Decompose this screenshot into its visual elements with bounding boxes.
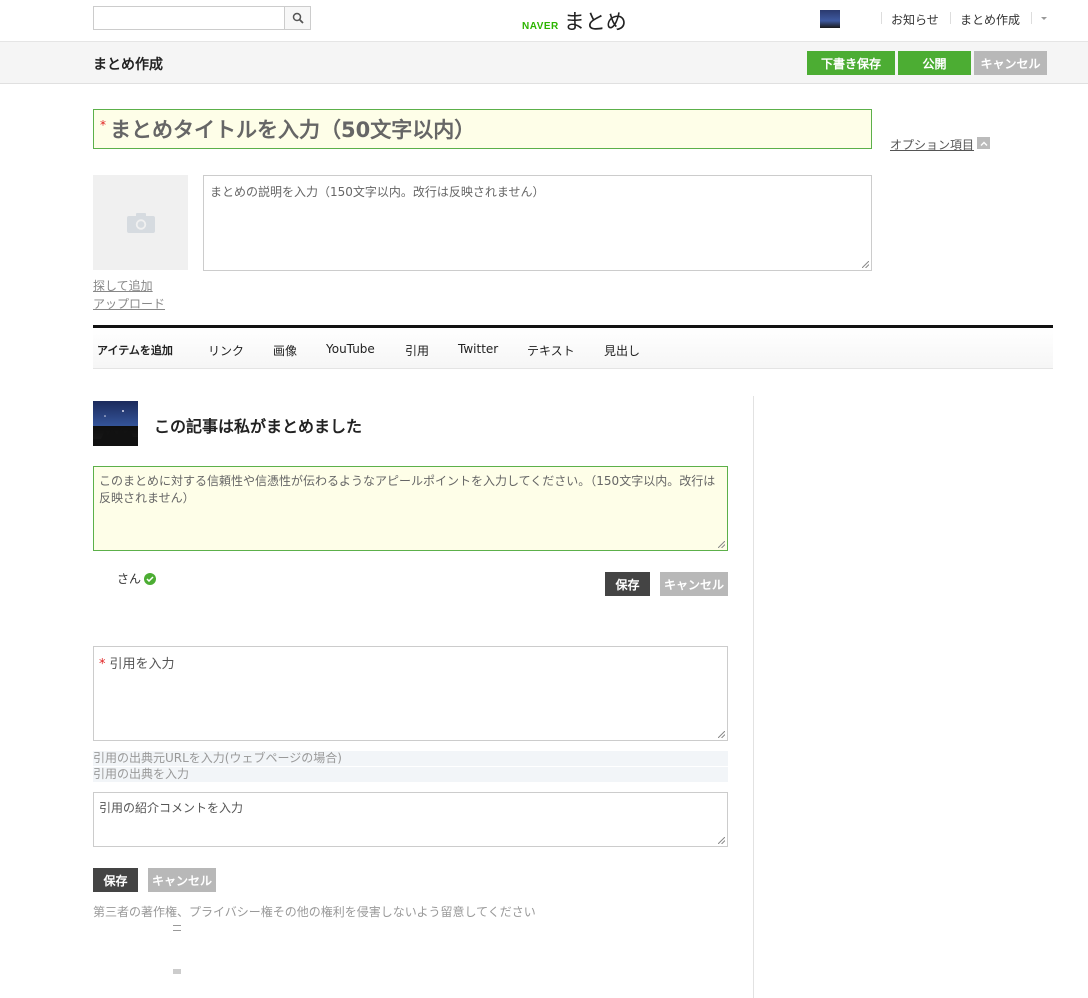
copyright-notice: 第三者の著作権、プライバシー権その他の権利を侵害しないよう留意してください xyxy=(93,905,536,919)
save-draft-button[interactable]: 下書き保存 xyxy=(807,51,895,75)
curator-name-redacted xyxy=(93,572,117,585)
search-input[interactable] xyxy=(94,7,286,29)
title-input[interactable]: * まとめタイトルを入力（50文字以内） xyxy=(93,109,872,149)
user-avatar[interactable] xyxy=(820,10,840,28)
page-title: まとめ作成 xyxy=(93,57,163,73)
quote-comment-input[interactable]: 引用の紹介コメントを入力 xyxy=(93,792,728,847)
chevron-down-icon[interactable] xyxy=(1041,17,1047,20)
quote-placeholder: 引用を入力 xyxy=(109,657,175,672)
option-items-link[interactable]: オプション項目 xyxy=(890,136,974,153)
logo-service: まとめ xyxy=(563,10,627,34)
cancel-button[interactable]: キャンセル xyxy=(974,51,1047,75)
resize-handle-icon[interactable] xyxy=(718,541,725,548)
description-placeholder: まとめの説明を入力（150文字以内。改行は反映されません） xyxy=(210,185,545,199)
faint-mark xyxy=(173,969,181,974)
tab-quote[interactable]: 引用 xyxy=(405,342,429,359)
header-divider xyxy=(950,12,951,24)
search-icon xyxy=(292,12,304,24)
camera-icon xyxy=(126,212,155,233)
search-add-link[interactable]: 探して追加 xyxy=(93,277,153,294)
description-input[interactable]: まとめの説明を入力（150文字以内。改行は反映されません） xyxy=(203,175,872,271)
tab-text[interactable]: テキスト xyxy=(527,342,575,359)
appeal-input[interactable]: このまとめに対する信頼性や信憑性が伝わるようなアピールポイントを入力してください… xyxy=(93,466,728,551)
quote-save-button[interactable]: 保存 xyxy=(93,868,138,892)
quote-source-input[interactable]: 引用の出典を入力 xyxy=(93,767,728,782)
site-logo[interactable]: NAVER まとめ xyxy=(522,6,627,34)
resize-handle-icon[interactable] xyxy=(718,731,725,738)
quote-comment-placeholder: 引用の紹介コメントを入力 xyxy=(99,801,244,815)
curator-name-suffix: さん xyxy=(117,572,142,586)
curator-name: さん xyxy=(93,570,157,587)
tab-image[interactable]: 画像 xyxy=(273,342,297,359)
notifications-link[interactable]: お知らせ xyxy=(891,11,939,28)
publish-button[interactable]: 公開 xyxy=(898,51,971,75)
tab-heading[interactable]: 見出し xyxy=(604,342,640,359)
required-mark: * xyxy=(99,657,106,672)
curator-heading: この記事は私がまとめました xyxy=(154,417,363,436)
required-mark: * xyxy=(100,118,106,132)
thumbnail-placeholder[interactable] xyxy=(93,175,188,270)
create-matome-link[interactable]: まとめ作成 xyxy=(960,11,1020,28)
curator-cancel-button[interactable]: キャンセル xyxy=(660,572,728,596)
tab-youtube[interactable]: YouTube xyxy=(326,342,375,356)
upload-link[interactable]: アップロード xyxy=(93,295,165,312)
header-divider xyxy=(1031,12,1032,24)
quote-url-input[interactable]: 引用の出典元URLを入力(ウェブページの場合) xyxy=(93,751,728,766)
search-box xyxy=(93,6,311,30)
search-button[interactable] xyxy=(284,7,310,29)
header-divider xyxy=(881,12,882,24)
column-divider xyxy=(753,396,754,998)
verified-check-icon xyxy=(144,572,157,585)
resize-handle-icon[interactable] xyxy=(718,837,725,844)
curator-avatar xyxy=(93,401,138,446)
quote-input[interactable]: * 引用を入力 xyxy=(93,646,728,741)
tab-twitter[interactable]: Twitter xyxy=(458,342,498,356)
faint-mark xyxy=(173,925,181,931)
tab-link[interactable]: リンク xyxy=(208,342,244,359)
curator-save-button[interactable]: 保存 xyxy=(605,572,650,596)
quote-cancel-button[interactable]: キャンセル xyxy=(148,868,216,892)
item-add-label: アイテムを追加 xyxy=(97,344,173,357)
title-placeholder: まとめタイトルを入力（50文字以内） xyxy=(110,118,476,142)
appeal-placeholder: このまとめに対する信頼性や信憑性が伝わるようなアピールポイントを入力してください… xyxy=(99,474,716,505)
chevron-up-icon[interactable] xyxy=(977,137,990,149)
resize-handle-icon[interactable] xyxy=(862,261,869,268)
logo-brand: NAVER xyxy=(522,21,559,32)
